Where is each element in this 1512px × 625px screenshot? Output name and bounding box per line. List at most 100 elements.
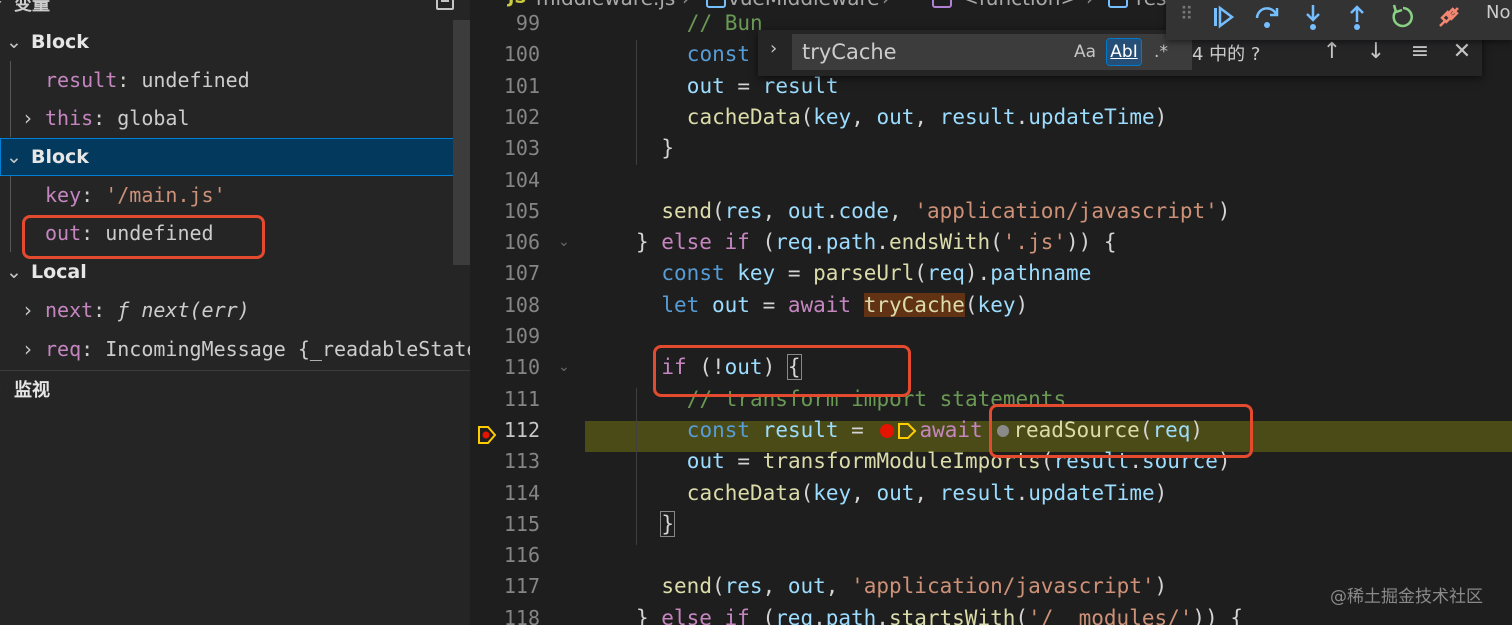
line-number[interactable]: 112 (470, 418, 540, 442)
line-number[interactable]: 105 (470, 199, 540, 223)
variable-row-result[interactable]: result: undefined (0, 61, 453, 99)
code-token: } (636, 230, 662, 255)
match-count: 4 中的 ? (1192, 44, 1261, 65)
line-number[interactable]: 107 (470, 261, 540, 285)
step-over-icon[interactable] (1252, 2, 1282, 32)
line-number[interactable]: 110 (470, 355, 540, 379)
next-match-arrow-down-icon[interactable]: ↓ (1362, 38, 1390, 66)
regex-toggle[interactable]: .* (1148, 39, 1174, 65)
step-into-icon[interactable] (1298, 2, 1328, 32)
close-icon[interactable]: ✕ (1448, 38, 1476, 66)
inline-breakpoint-icon[interactable] (880, 423, 895, 438)
function-symbol-icon (932, 0, 952, 8)
code-token: ( (1015, 605, 1029, 625)
code-token: . (813, 605, 826, 625)
code-token: ( (749, 605, 776, 625)
code-line[interactable]: let out = await tryCache(key) (661, 292, 1028, 317)
code-token: key (813, 480, 852, 505)
scope-label: Block (31, 31, 89, 53)
code-line[interactable]: send(res, out.code, 'application/javascr… (661, 199, 1230, 223)
code-editor[interactable]: JS middleware.js › vueMiddleware › <func… (470, 0, 1512, 625)
variable-name: req (45, 337, 82, 361)
code-line[interactable]: send(res, out, 'application/javascript') (661, 574, 1167, 598)
line-number[interactable]: 101 (470, 74, 540, 98)
code-token: let (661, 292, 700, 317)
code-line[interactable]: const key = parseUrl(req).pathname (661, 261, 1091, 285)
debug-config-label[interactable]: No (1486, 2, 1510, 23)
code-token: cacheData (686, 480, 801, 505)
code-line[interactable]: } (661, 136, 674, 160)
toggle-replace-chevron-icon[interactable]: › (770, 38, 777, 59)
code-line[interactable]: cacheData(key, out, result.updateTime) (687, 105, 1168, 129)
line-number[interactable]: 117 (470, 574, 540, 598)
code-token: = (775, 261, 814, 286)
variable-name: key (45, 183, 82, 207)
code-line[interactable]: } else if (req.path.startsWith('/__modul… (636, 606, 1243, 625)
fold-chevron-icon[interactable]: ⌄ (558, 234, 572, 250)
variables-header[interactable]: ⌄ 变量 (0, 0, 470, 16)
drag-handle-icon[interactable]: ⠿ (1180, 4, 1194, 25)
line-number[interactable]: 104 (470, 168, 540, 192)
scope-block-1[interactable]: ⌄ Block (0, 23, 453, 61)
line-number[interactable]: 99 (470, 11, 540, 35)
line-number[interactable]: 103 (470, 136, 540, 160)
code-line[interactable]: out = result (687, 74, 839, 98)
line-number[interactable]: 109 (470, 324, 540, 348)
collapse-all-icon[interactable] (436, 0, 454, 10)
code-token: res (724, 198, 763, 223)
code-token: ( (711, 198, 725, 223)
find-in-selection-icon[interactable]: ≡ (1406, 38, 1434, 66)
variable-row-key[interactable]: key: '/main.js' (0, 176, 453, 214)
js-file-icon: JS (508, 0, 527, 8)
line-number[interactable]: 115 (470, 512, 540, 536)
code-token: out (711, 292, 750, 317)
code-token: = (724, 73, 763, 98)
line-number[interactable]: 114 (470, 481, 540, 505)
breadcrumb-symbol[interactable]: res (1136, 0, 1167, 10)
breadcrumb-file[interactable]: middleware.js (536, 0, 675, 10)
code-line[interactable]: const (687, 42, 750, 66)
scope-block-2[interactable]: ⌄ Block (0, 138, 469, 176)
whole-word-toggle[interactable]: AbI (1106, 38, 1142, 66)
variable-row-next[interactable]: › next: ƒ next(err) (0, 291, 470, 329)
fold-chevron-icon[interactable]: ⌄ (558, 359, 572, 375)
scope-label: Block (31, 146, 89, 168)
restart-icon[interactable] (1388, 2, 1418, 32)
match-case-toggle[interactable]: Aa (1070, 39, 1100, 65)
code-token: const (661, 261, 725, 286)
line-number[interactable]: 111 (470, 387, 540, 411)
variable-value: '/main.js' (105, 183, 226, 207)
code-token: = (838, 417, 877, 442)
code-line[interactable]: } else if (req.path.endsWith('.js')) { (636, 230, 1117, 254)
variables-scrollbar[interactable] (453, 20, 470, 265)
indent-guide (636, 388, 637, 545)
code-token: result (762, 73, 839, 98)
line-number[interactable]: 116 (470, 543, 540, 567)
debug-toolbar: ⠿ No (1166, 0, 1512, 40)
breadcrumb-symbol[interactable]: <function> (962, 0, 1077, 10)
previous-match-arrow-up-icon[interactable]: ↑ (1318, 38, 1346, 66)
watch-section-title[interactable]: 监视 (14, 376, 50, 402)
variable-row-req[interactable]: › req: IncomingMessage {_readableState… (0, 330, 470, 368)
line-number[interactable]: 108 (470, 293, 540, 317)
code-token: res (724, 574, 763, 599)
code-line[interactable]: // Bun (687, 11, 763, 35)
variable-row-this[interactable]: › this: global (0, 99, 453, 137)
breadcrumb-symbol[interactable]: vueMiddleware (728, 0, 880, 10)
continue-icon[interactable] (1208, 2, 1238, 32)
line-number[interactable]: 118 (470, 606, 540, 625)
code-token: , (851, 480, 877, 505)
code-token: , (914, 104, 940, 129)
step-out-icon[interactable] (1342, 2, 1372, 32)
variable-symbol-icon (706, 0, 726, 8)
annotation-box-if-out (653, 345, 911, 397)
code-line[interactable]: cacheData(key, out, result.updateTime) (687, 481, 1168, 505)
line-number[interactable]: 106 (470, 230, 540, 254)
line-number[interactable]: 102 (470, 105, 540, 129)
line-number[interactable]: 100 (470, 42, 540, 66)
line-number[interactable]: 113 (470, 449, 540, 473)
disconnect-icon[interactable] (1434, 2, 1464, 32)
code-line[interactable]: } (660, 510, 676, 537)
code-token: 'application/javascript' (914, 198, 1218, 223)
